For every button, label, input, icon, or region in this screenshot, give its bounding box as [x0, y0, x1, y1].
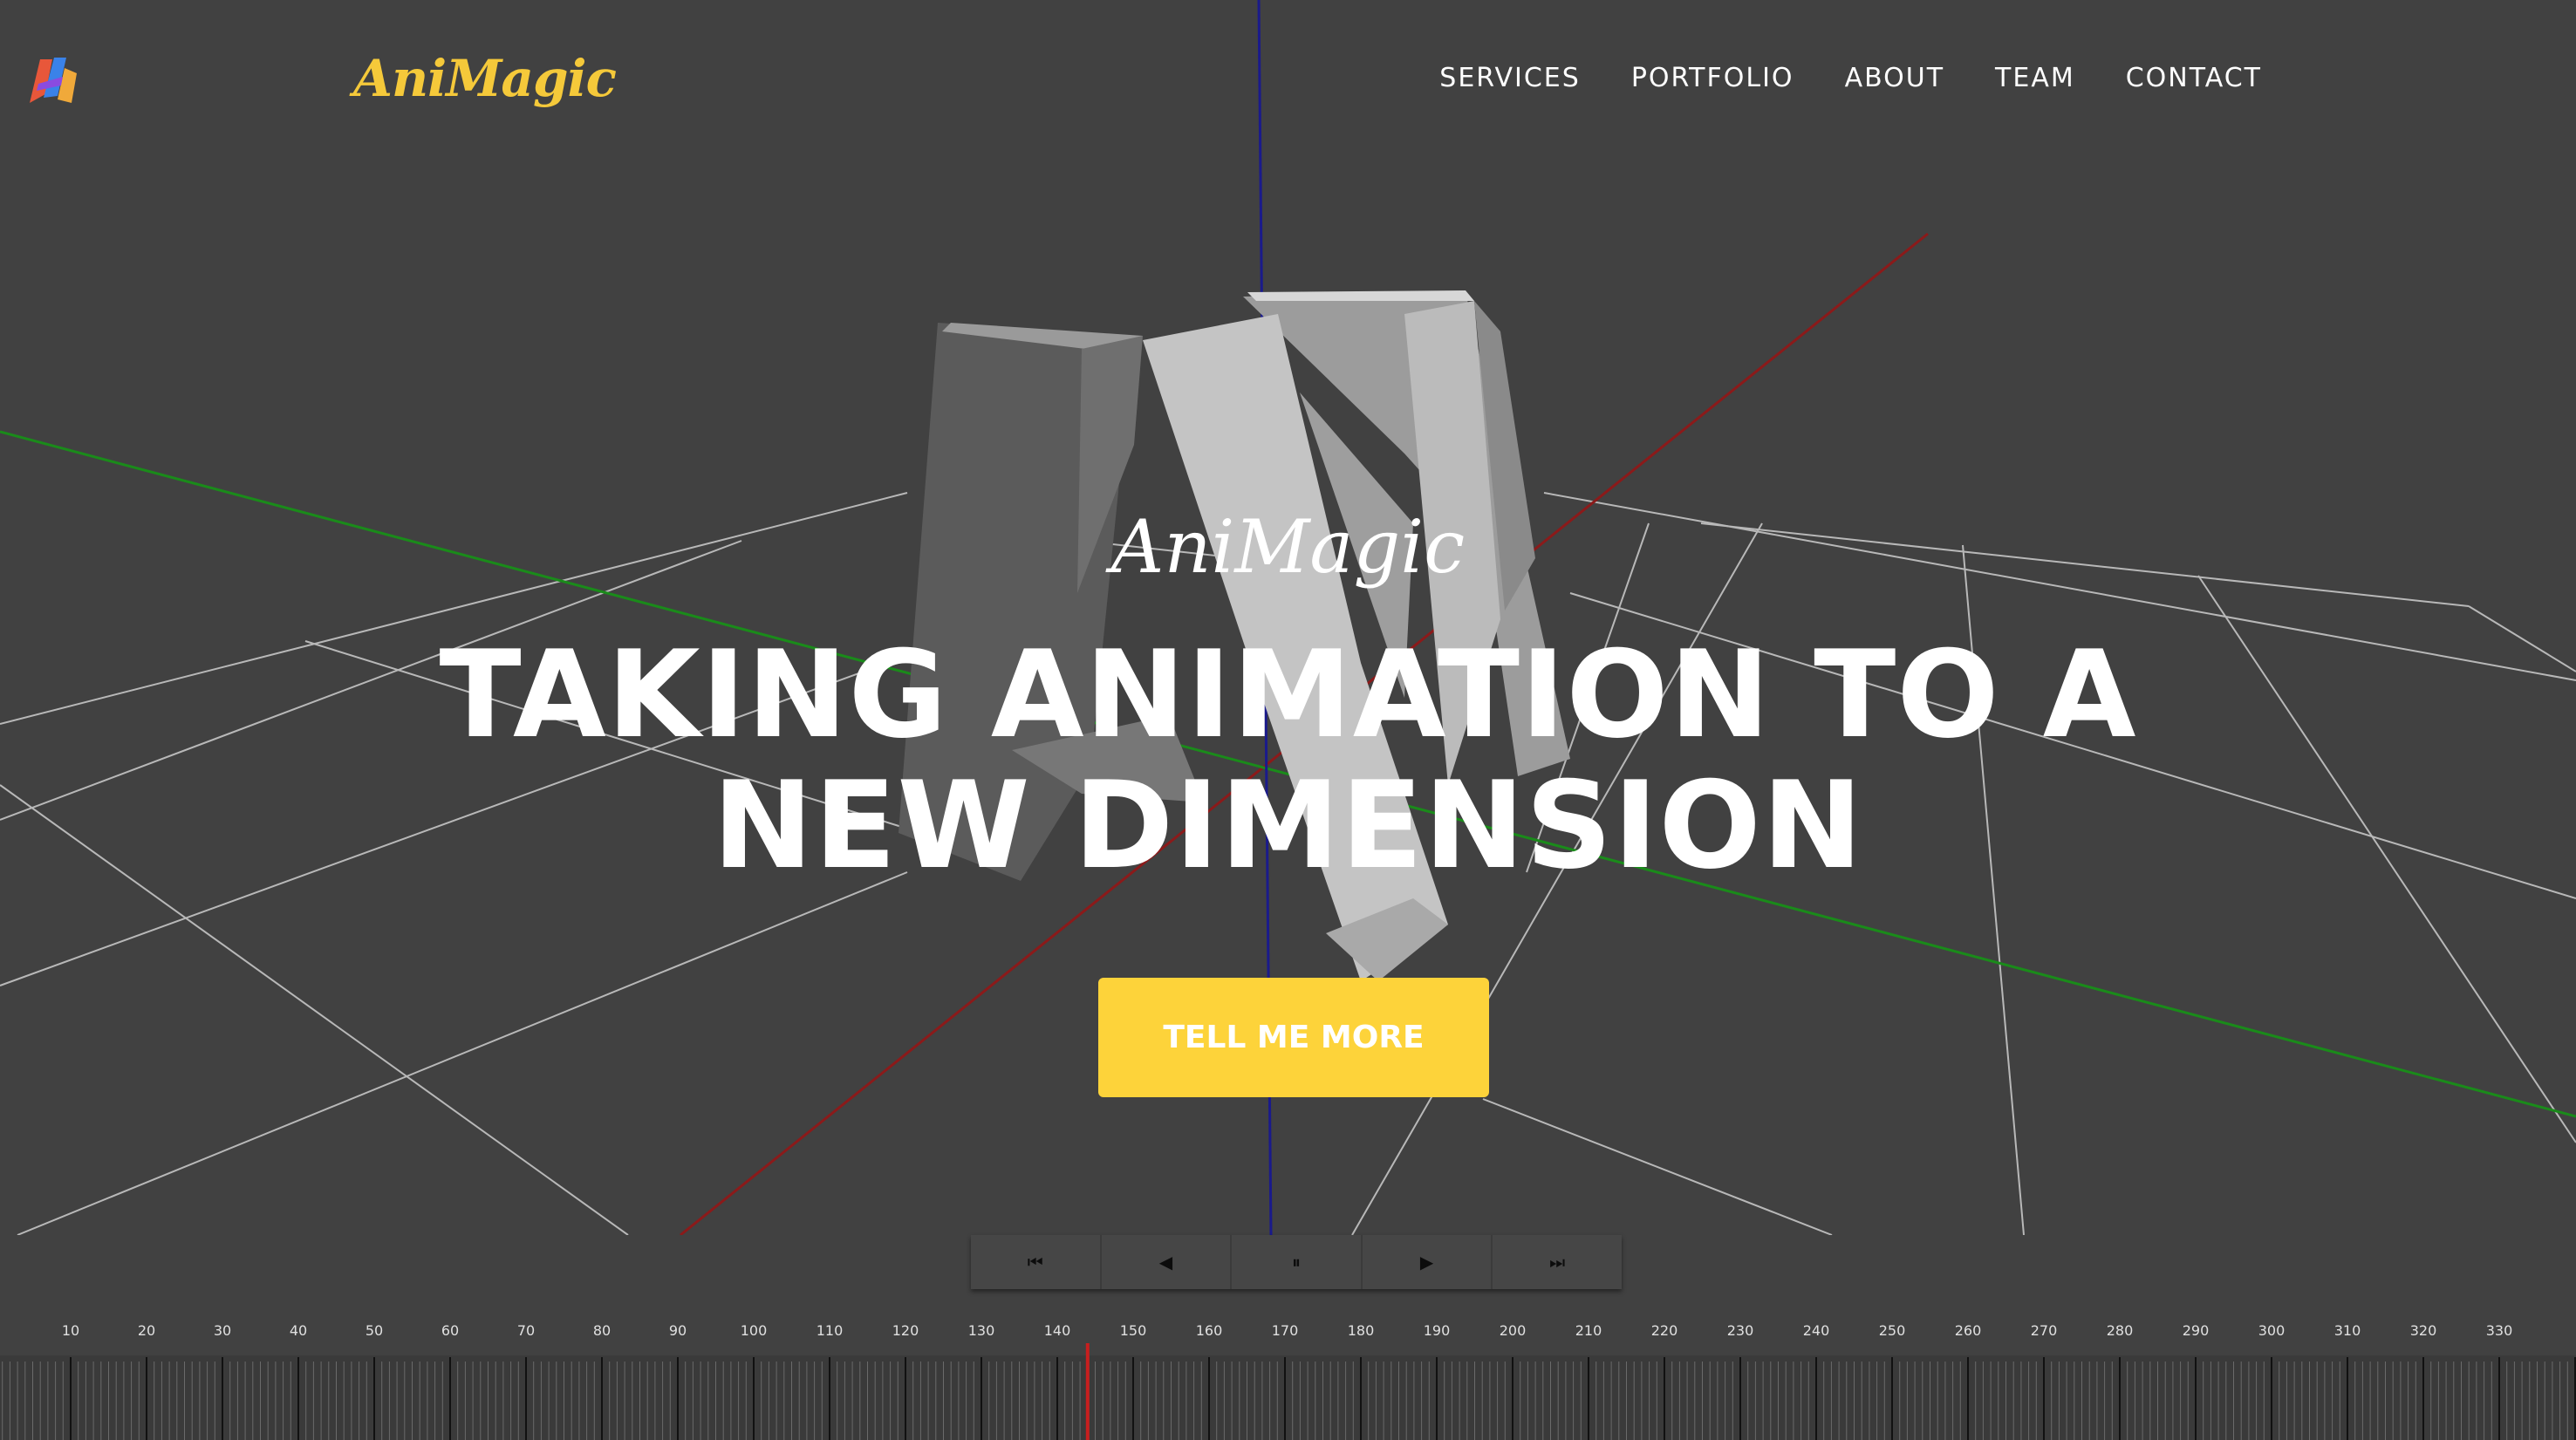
playhead-marker — [1085, 1343, 1090, 1440]
ruler-label: 290 — [2183, 1322, 2210, 1339]
playback-controls: ⏮ ◀ ⏸ ▶ ⏭ — [971, 1235, 1622, 1289]
ruler-label: 20 — [138, 1322, 155, 1339]
nav-link-team[interactable]: TEAM — [1995, 63, 2075, 93]
ruler-label: 40 — [290, 1322, 307, 1339]
ruler-label: 50 — [366, 1322, 383, 1339]
ruler-label: 170 — [1272, 1322, 1299, 1339]
hero-subheading: AniMagic — [1110, 504, 1466, 590]
tell-me-more-button[interactable]: TELL ME MORE — [1098, 978, 1489, 1097]
ruler-label: 140 — [1044, 1322, 1071, 1339]
nav-link-services[interactable]: SERVICES — [1439, 63, 1581, 93]
ruler-label: 210 — [1575, 1322, 1602, 1339]
ruler-label: 80 — [593, 1322, 611, 1339]
ruler-label: 330 — [2486, 1322, 2513, 1339]
ruler-label: 160 — [1196, 1322, 1223, 1339]
ruler-label: 60 — [441, 1322, 459, 1339]
hero-heading: TAKING ANIMATION TO A NEW DIMENSION — [0, 630, 2576, 891]
ruler-label: 200 — [1500, 1322, 1527, 1339]
ruler-label: 130 — [968, 1322, 995, 1339]
timeline-track — [0, 1355, 2576, 1440]
ruler-label: 70 — [517, 1322, 535, 1339]
ruler-label: 300 — [2258, 1322, 2286, 1339]
ruler-label: 100 — [741, 1322, 768, 1339]
ruler-label: 270 — [2031, 1322, 2058, 1339]
viewport-3d[interactable]: AniMagic SERVICES PORTFOLIO ABOUT TEAM C… — [0, 0, 2576, 1235]
nav-link-about[interactable]: ABOUT — [1845, 63, 1944, 93]
ruler-label: 180 — [1348, 1322, 1375, 1339]
animation-timeline[interactable]: 10 20 30 40 50 60 70 80 90 100 110 120 130 140 150 160 1… — [0, 1235, 2576, 1440]
skip-to-end-icon[interactable]: ⏭ — [1493, 1235, 1622, 1289]
ruler-label: 150 — [1120, 1322, 1147, 1339]
ruler-label: 120 — [892, 1322, 919, 1339]
main-nav: SERVICES PORTFOLIO ABOUT TEAM CONTACT — [1439, 63, 2262, 93]
animagic-logo-icon[interactable] — [26, 51, 82, 110]
ruler-label: 280 — [2107, 1322, 2134, 1339]
ruler-label: 240 — [1803, 1322, 1830, 1339]
step-back-icon[interactable]: ◀ — [1102, 1235, 1233, 1289]
brand-name[interactable]: AniMagic — [353, 49, 617, 108]
nav-link-contact[interactable]: CONTACT — [2126, 63, 2262, 93]
hero-heading-line-2: NEW DIMENSION — [712, 755, 1864, 896]
ruler-label: 250 — [1879, 1322, 1906, 1339]
ruler-label: 220 — [1651, 1322, 1678, 1339]
ruler-label: 110 — [817, 1322, 844, 1339]
ruler-label: 190 — [1424, 1322, 1451, 1339]
ruler-label: 230 — [1727, 1322, 1754, 1339]
ruler-label: 310 — [2334, 1322, 2361, 1339]
play-icon[interactable]: ▶ — [1363, 1235, 1493, 1289]
ruler-label: 10 — [62, 1322, 79, 1339]
ruler-label: 90 — [669, 1322, 687, 1339]
skip-to-start-icon[interactable]: ⏮ — [971, 1235, 1102, 1289]
hero-heading-line-1: TAKING ANIMATION TO A — [439, 624, 2137, 765]
pause-icon[interactable]: ⏸ — [1232, 1235, 1363, 1289]
ruler-label: 260 — [1955, 1322, 1982, 1339]
nav-link-portfolio[interactable]: PORTFOLIO — [1631, 63, 1794, 93]
ruler-label: 320 — [2410, 1322, 2437, 1339]
ruler-label: 30 — [214, 1322, 231, 1339]
